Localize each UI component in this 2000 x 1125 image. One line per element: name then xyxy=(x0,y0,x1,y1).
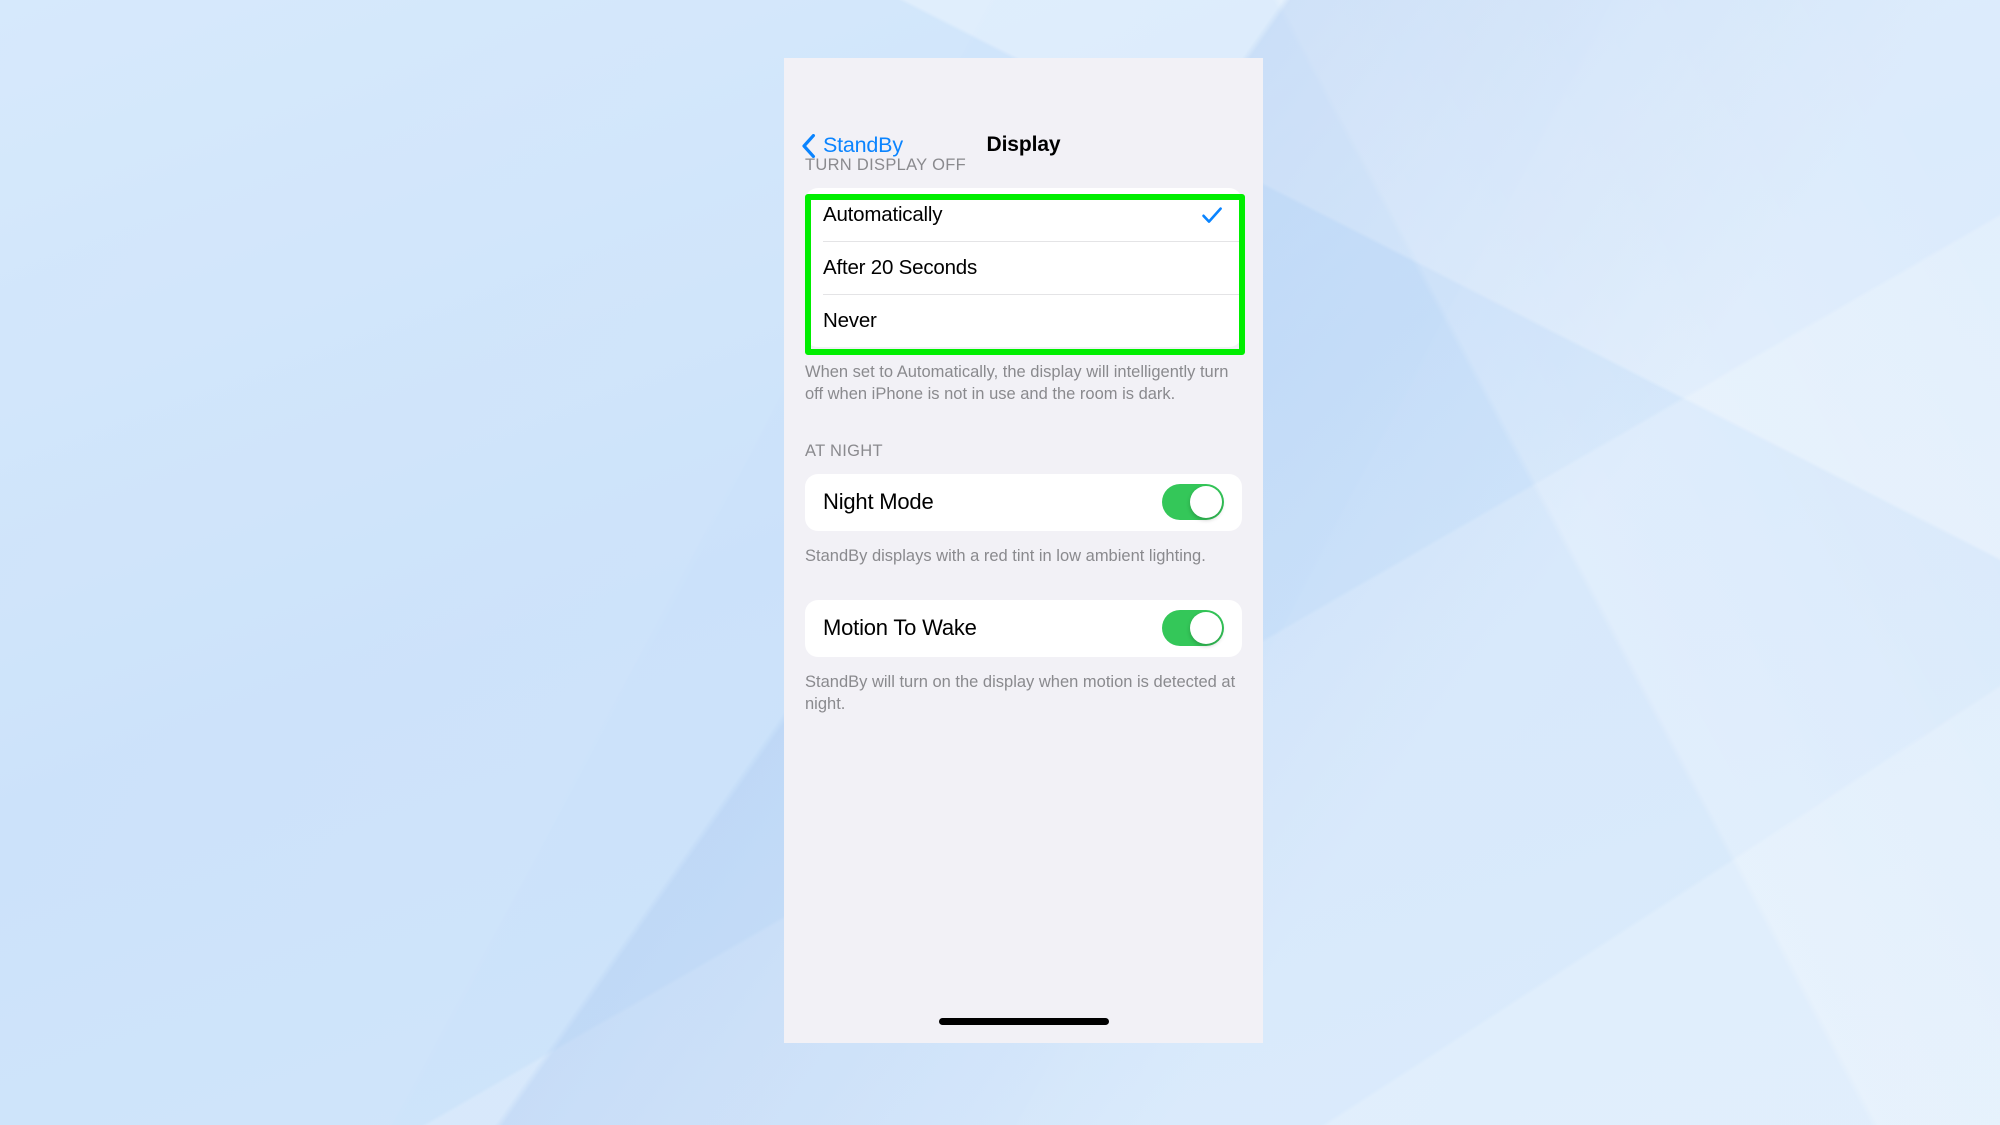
section-header-at-night: AT NIGHT xyxy=(805,441,883,460)
page-title: Display xyxy=(986,133,1061,156)
night-mode-row[interactable]: Night Mode xyxy=(805,474,1242,531)
motion-to-wake-card: Motion To Wake xyxy=(805,599,1242,657)
navigation-bar: StandBy Display xyxy=(784,58,1263,158)
turn-display-off-options-card: Automatically After 20 Seconds Never xyxy=(805,188,1242,347)
toggle-knob xyxy=(1190,486,1222,519)
option-label: Never xyxy=(823,308,877,332)
section-footer-night-mode: StandBy displays with a red tint in low … xyxy=(805,546,1206,565)
option-label: After 20 Seconds xyxy=(823,255,978,279)
section-footer-turn-display-off: When set to Automatically, the display w… xyxy=(805,363,1229,404)
section-header-turn-display-off: TURN DISPLAY OFF xyxy=(805,156,966,174)
option-label: Automatically xyxy=(823,202,943,226)
motion-to-wake-label: Motion To Wake xyxy=(823,615,977,641)
iphone-screen: StandBy Display TURN DISPLAY OFF Automat… xyxy=(784,58,1263,1043)
night-mode-label: Night Mode xyxy=(823,489,934,515)
section-footer-motion-to-wake: StandBy will turn on the display when mo… xyxy=(805,672,1236,714)
option-row-after-20-seconds[interactable]: After 20 Seconds xyxy=(805,241,1242,294)
night-mode-card: Night Mode xyxy=(805,473,1242,531)
motion-to-wake-toggle[interactable] xyxy=(1162,610,1224,647)
night-mode-toggle[interactable] xyxy=(1162,484,1224,521)
motion-to-wake-row[interactable]: Motion To Wake xyxy=(805,600,1242,657)
home-indicator[interactable] xyxy=(938,1018,1109,1025)
option-row-never[interactable]: Never xyxy=(805,294,1242,347)
checkmark-icon xyxy=(1202,206,1222,223)
toggle-knob xyxy=(1190,612,1222,645)
option-row-automatically[interactable]: Automatically xyxy=(805,188,1242,241)
